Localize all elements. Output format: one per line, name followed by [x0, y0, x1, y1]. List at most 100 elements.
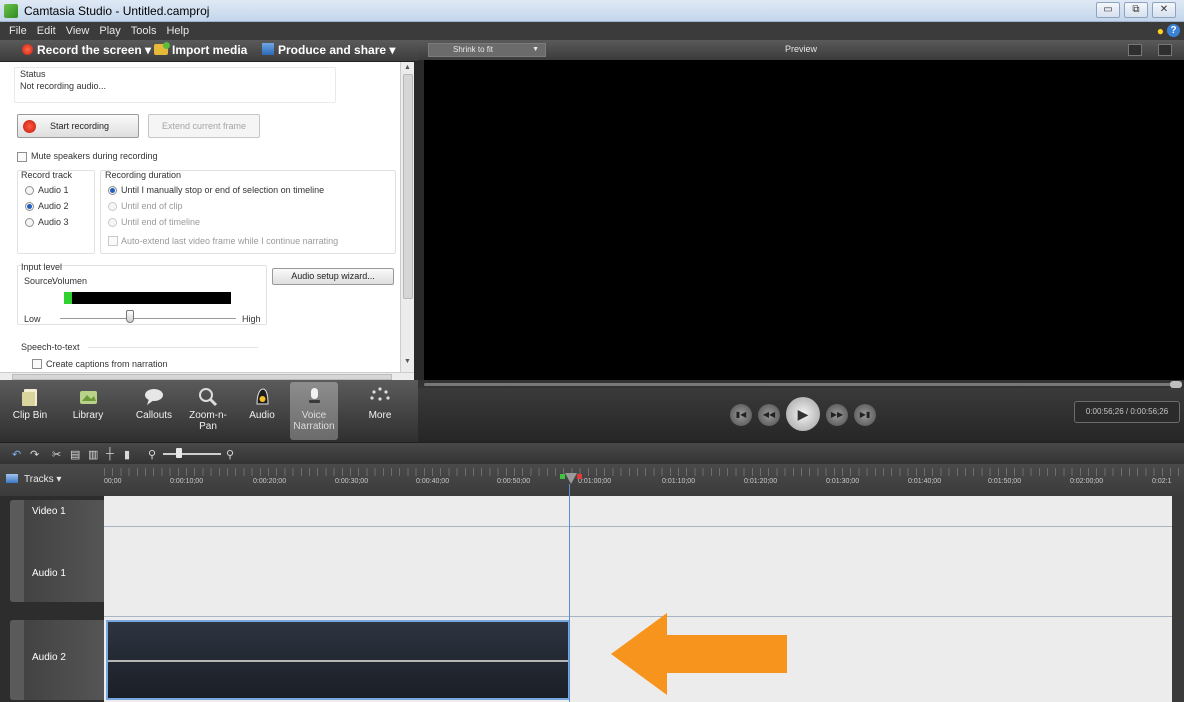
audio-2-clip[interactable] [106, 620, 570, 700]
paste-icon[interactable]: ▥ [88, 448, 98, 461]
detach-preview-icon[interactable] [1158, 44, 1172, 56]
lightbulb-icon[interactable]: ● [1157, 24, 1164, 38]
redo-icon[interactable]: ↷ [30, 448, 39, 461]
cut-icon[interactable]: ✂ [52, 448, 61, 461]
timeline-ruler[interactable]: Tracks ▾ 00;00 0:00:10;00 0:00:20;00 0:0… [0, 464, 1184, 496]
audio-2-radio[interactable] [25, 202, 34, 211]
create-captions-checkbox[interactable] [32, 359, 42, 369]
timeline-zoom-thumb[interactable] [176, 448, 182, 458]
playhead-line [569, 484, 570, 702]
tab-audio[interactable]: Audio [238, 382, 286, 440]
menu-tools[interactable]: Tools [126, 23, 162, 39]
ruler-tick-label: 0:01:10;00 [662, 478, 696, 485]
audio-1-radio[interactable] [25, 186, 34, 195]
undo-icon[interactable]: ↶ [12, 448, 21, 461]
source-label: Source: [24, 276, 56, 286]
track-grip-icon[interactable] [10, 620, 24, 700]
volume-high-label: High [242, 314, 261, 324]
ruler-tick-label: 0:01:30;00 [826, 478, 860, 485]
audio-3-label: Audio 3 [38, 217, 69, 227]
record-screen-button[interactable]: Record the screen ▾ [22, 43, 151, 57]
extend-frame-button[interactable]: Extend current frame [148, 114, 260, 138]
status-text: Not recording audio... [20, 81, 107, 91]
callouts-icon [145, 389, 163, 405]
tab-clip-bin[interactable]: Clip Bin [6, 382, 54, 440]
tab-callouts[interactable]: Callouts [130, 382, 178, 440]
tab-zoom-n-pan[interactable]: Zoom-n- Pan [184, 382, 232, 440]
tracks-button[interactable]: Tracks ▾ [6, 474, 61, 485]
scroll-up-icon[interactable]: ▲ [404, 64, 411, 71]
speech-to-text-label: Speech-to-text [21, 342, 80, 352]
menu-edit[interactable]: Edit [32, 23, 61, 39]
start-recording-button[interactable]: Start recording [17, 114, 139, 138]
fast-forward-icon[interactable]: ▶▶ [826, 404, 848, 426]
timecode-display: 0:00:56;26 / 0:00:56;26 [1074, 401, 1180, 423]
menu-file[interactable]: File [4, 23, 32, 39]
ruler-tick-label: 00;00 [104, 478, 122, 485]
menu-view[interactable]: View [61, 23, 95, 39]
panel-horizontal-scrollbar[interactable] [0, 372, 414, 380]
playback-controls: ▮◀ ◀◀ ▶ ▶▶ ▶▮ 0:00:56;26 / 0:00:56;26 [418, 388, 1184, 442]
zoom-out-icon[interactable]: ⚲ [148, 448, 156, 461]
produce-share-button[interactable]: Produce and share ▾ [262, 43, 395, 57]
ruler-tick-label: 0:01:50;00 [988, 478, 1022, 485]
until-end-timeline-radio[interactable] [108, 218, 117, 227]
volume-slider-thumb[interactable] [126, 310, 135, 323]
rewind-icon[interactable]: ◀◀ [758, 404, 780, 426]
help-icon[interactable]: ? [1167, 24, 1180, 37]
zoom-in-icon[interactable]: ⚲ [226, 448, 234, 461]
tab-voice-narration[interactable]: Voice Narration [290, 382, 338, 440]
tab-more[interactable]: More [356, 382, 404, 440]
panel-scroll-thumb[interactable] [403, 74, 413, 299]
until-manual-stop-radio[interactable] [108, 186, 117, 195]
split-icon[interactable]: ┼ [106, 448, 114, 460]
fullscreen-icon[interactable] [1128, 44, 1142, 56]
skip-to-end-icon[interactable]: ▶▮ [854, 404, 876, 426]
ruler-tick-label: 0:00:40;00 [416, 478, 450, 485]
ruler-tick-label: 0:00:20;00 [253, 478, 287, 485]
ruler-tick-label: 0:01:00;00 [578, 478, 612, 485]
timeline-toolbar: ↶ ↷ ✂ ▤ ▥ ┼ ▮ ⚲ ⚲ [0, 442, 1184, 464]
volume-low-label: Low [24, 314, 41, 324]
mute-speakers-label: Mute speakers during recording [31, 151, 158, 161]
audio-setup-wizard-button[interactable]: Audio setup wizard... [272, 268, 394, 285]
seek-thumb[interactable] [1170, 381, 1182, 388]
preview-title: Preview [784, 44, 817, 54]
tool-tabs-bar: Clip Bin Library Callouts Zoom-n- Pan Au… [0, 380, 418, 442]
preview-seek-bar[interactable] [418, 380, 1184, 388]
preview-canvas[interactable] [424, 60, 1184, 380]
tab-library[interactable]: Library [64, 382, 112, 440]
ruler-tick-label: 0:02:00;00 [1070, 478, 1104, 485]
skip-to-start-icon[interactable]: ▮◀ [730, 404, 752, 426]
seek-track[interactable] [424, 383, 1180, 386]
menu-help[interactable]: Help [161, 23, 194, 39]
panel-vertical-scrollbar[interactable]: ▲ ▼ [400, 62, 414, 372]
ruler-tick-label: 0:01:40;00 [908, 478, 942, 485]
marker-icon[interactable]: ▮ [124, 448, 130, 461]
menu-play[interactable]: Play [94, 23, 125, 39]
auto-extend-checkbox[interactable] [108, 236, 118, 246]
timeline-zoom-slider[interactable] [163, 453, 221, 455]
import-media-button[interactable]: Import media [154, 42, 247, 57]
until-end-clip-radio[interactable] [108, 202, 117, 211]
track-header-audio-2[interactable]: Audio 2 [10, 620, 104, 700]
play-icon[interactable]: ▶ [786, 397, 820, 431]
scroll-down-icon[interactable]: ▼ [404, 358, 411, 365]
mute-speakers-checkbox[interactable] [17, 152, 27, 162]
close-button[interactable]: ✕ [1152, 2, 1176, 18]
volume-slider-track[interactable] [60, 318, 236, 319]
minimize-button[interactable]: ▭ [1096, 2, 1120, 18]
playhead-handle[interactable] [560, 472, 582, 486]
speech-divider [88, 347, 258, 348]
main-toolbar: Record the screen ▾ Import media Produce… [0, 40, 418, 62]
track-header-video-1[interactable]: Video 1 Audio 1 [10, 500, 104, 602]
audio-icon [256, 388, 269, 405]
copy-icon[interactable]: ▤ [70, 448, 80, 461]
input-level-meter [64, 292, 231, 304]
timeline-scrollbar[interactable] [1172, 496, 1184, 702]
maximize-button[interactable]: ⧉ [1124, 2, 1148, 18]
audio-3-radio[interactable] [25, 218, 34, 227]
chevron-down-icon: ▾ [56, 474, 62, 485]
track-grip-icon[interactable] [10, 500, 24, 602]
ruler-tick-label: 0:01:20;00 [744, 478, 778, 485]
